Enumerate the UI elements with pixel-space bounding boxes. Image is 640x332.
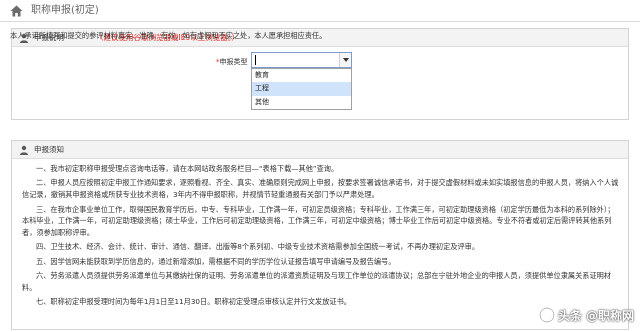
select-arrow[interactable] (339, 53, 351, 67)
watermark-logo-icon (539, 307, 555, 323)
apply-type-dropdown: 教育 工程 其他 (251, 68, 352, 110)
notice-paragraph: 五、因学信网未能获取到学历信息的，通过新增添加，需根据不同的学历学位认证报告填写… (36, 256, 396, 266)
notice-paragraph: 七、职称初定申报受理时间为每年1月1日至11月30日。职称初定受理点审核认定并行… (36, 297, 351, 307)
person-icon (20, 145, 28, 155)
notice-body: 一、我市初定职称申报受理点咨询电话等，请在本网站政务服务栏目—“表格下载—其他”… (22, 163, 620, 311)
title-bar: 职称申报(初定) (0, 0, 640, 22)
apply-notice-panel: 申报须知 一、我市初定职称申报受理点咨询电话等，请在本网站政务服务栏目—“表格下… (11, 140, 629, 330)
notice-paragraph: 三、在我市企事业单位工作，取得国民教育学历后，中专、专科毕业，工作满一年，可初定… (22, 204, 615, 237)
promise-text: 本人承诺所填写和提交的参评材料真实、准确、有效，如有虚假和不实之处，本人愿承担相… (10, 31, 327, 40)
watermark: 头条 @职称网 (539, 306, 634, 324)
notice-paragraph: 二、申报人员应按照初定申报工作通知要求，逐照看视、齐全、真实、准确原则完成网上申… (22, 178, 619, 200)
chevron-down-icon (343, 58, 349, 62)
page-title: 职称申报(初定) (31, 5, 99, 16)
home-icon[interactable] (10, 5, 23, 17)
notice-paragraph: 四、卫生技术、经济、会计、统计、审计、通信、翻译、出版等8个系列初、中级专业技术… (36, 242, 480, 252)
apply-type-select[interactable] (251, 52, 352, 68)
apply-type-label: *申报类型 (216, 57, 248, 67)
notice-paragraph: 一、我市初定职称申报受理点咨询电话等，请在本网站政务服务栏目—“表格下载—其他”… (36, 164, 339, 173)
option-education[interactable]: 教育 (252, 69, 351, 82)
option-engineering[interactable]: 工程 (252, 82, 351, 96)
panel-header: 申报须知 (12, 141, 628, 159)
text-caret (255, 55, 256, 65)
option-other[interactable]: 其他 (252, 96, 351, 109)
watermark-text: 头条 @职称网 (557, 308, 634, 323)
apply-type-label-text: 申报类型 (219, 58, 248, 66)
panel-title: 申报须知 (34, 145, 64, 154)
notice-paragraph: 六、劳务派遣人员须提供劳务派遣单位与其缴纳社保的证明、劳务派遣单位的派遣资质证明… (22, 271, 612, 292)
